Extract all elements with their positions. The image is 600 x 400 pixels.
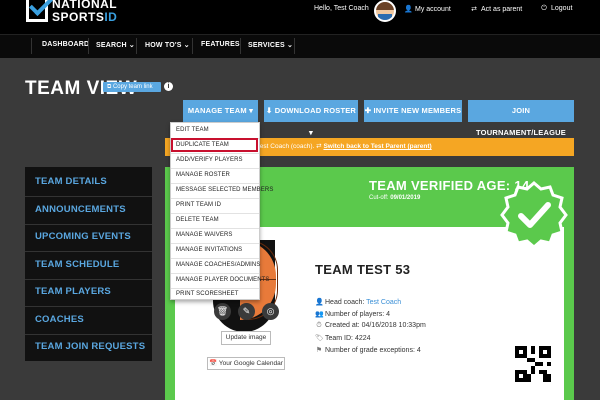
menu-divider [171, 183, 259, 184]
manage-team-button[interactable]: MANAGE TEAM ▾ [183, 100, 258, 122]
chevron-down-icon: ⌄ [128, 42, 135, 49]
greeting: Hello, Test Coach [314, 5, 369, 12]
menu-divider [171, 273, 259, 274]
chevron-down-icon: ▾ [309, 128, 313, 137]
grade-exceptions: ⚑ Number of grade exceptions: 4 [315, 347, 421, 354]
chevron-down-icon: ▾ [249, 106, 254, 115]
chevron-down-icon: ⌄ [287, 42, 294, 49]
menu-item-manage-roster[interactable]: MANAGE ROSTER [176, 172, 230, 178]
banner-text: test Coach (coach). ⇄ Switch back to Tes… [258, 143, 432, 150]
menu-item-manage-coaches[interactable]: MANAGE COACHES/ADMINS [176, 262, 260, 268]
info-icon[interactable]: i [164, 82, 173, 91]
player-count: 👥Number of players: 4 [315, 311, 390, 318]
nav-divider [192, 38, 193, 54]
cutoff-date: Cut-off: 09/01/2019 [369, 195, 421, 201]
sidebar-item-team-schedule[interactable]: TEAM SCHEDULE [35, 259, 119, 270]
instagram-icon: ◎ [266, 306, 275, 316]
instagram-button[interactable]: ◎ [262, 303, 279, 320]
sidebar-divider [25, 224, 152, 225]
menu-divider [171, 168, 259, 169]
users-icon: 👥 [315, 311, 324, 318]
menu-divider [171, 228, 259, 229]
menu-divider [171, 213, 259, 214]
sidebar-divider [25, 334, 152, 335]
logo-text-bottom: SPORTSID [52, 10, 118, 24]
sidebar-divider [25, 251, 152, 252]
calendar-icon: 📅 [209, 360, 219, 367]
google-calendar-button[interactable]: 📅 Your Google Calendar [207, 357, 285, 370]
qr-code-icon [515, 346, 551, 382]
edit-image-button[interactable]: ✎ [238, 303, 255, 320]
avatar-shirt [378, 14, 392, 20]
download-icon: ⬇ [265, 106, 275, 115]
nav-how-tos[interactable]: HOW TO'S ⌄ [145, 41, 190, 49]
trash-icon: 🗑 [216, 306, 229, 316]
avatar-hair [376, 2, 394, 10]
exception-icon: ⚑ [315, 347, 323, 354]
sidebar-item-team-players[interactable]: TEAM PLAYERS [35, 286, 111, 297]
menu-divider [171, 288, 259, 289]
nav-dashboard[interactable]: DASHBOARD [42, 41, 89, 48]
user-icon: 👤 [404, 6, 413, 13]
pencil-icon: ✎ [242, 306, 251, 316]
tag-icon: 🏷 [315, 335, 324, 342]
head-coach: 👤Head coach: Test Coach [315, 299, 402, 306]
sidebar-divider [25, 306, 152, 307]
nav-divider [136, 38, 137, 54]
logout-icon: ⏻ [541, 5, 547, 12]
team-name: TEAM TEST 53 [315, 262, 411, 277]
menu-item-print-team-id[interactable]: PRINT TEAM ID [176, 202, 221, 208]
avatar[interactable] [374, 0, 396, 22]
logout-link[interactable]: ⏻ Logout [540, 5, 572, 13]
invite-members-button[interactable]: ✚ INVITE NEW MEMBERS [364, 100, 462, 122]
nav-features[interactable]: FEATURES [201, 41, 240, 48]
nav-search[interactable]: SEARCH ⌄ [96, 41, 135, 49]
sidebar-item-announcements[interactable]: ANNOUNCEMENTS [35, 204, 126, 215]
user-icon: 👤 [315, 299, 324, 306]
menu-item-add-verify-players[interactable]: ADD/VERIFY PLAYERS [176, 157, 243, 163]
menu-item-manage-player-documents[interactable]: MANAGE PLAYER DOCUMENTS [176, 277, 270, 283]
menu-divider [171, 198, 259, 199]
menu-divider [171, 243, 259, 244]
sidebar-divider [25, 196, 152, 197]
menu-divider [171, 258, 259, 259]
swap-icon: ⇄ [471, 6, 477, 13]
main-nav [0, 34, 600, 58]
download-roster-button[interactable]: ⬇ DOWNLOAD ROSTER ▾ [264, 100, 358, 137]
brand-logo[interactable]: NATIONAL SPORTSID [22, 0, 122, 30]
team-id: 🏷Team ID: 4224 [315, 335, 371, 342]
created-at: ⏱ Created at: 04/16/2018 10:33pm [316, 322, 426, 329]
nav-divider [88, 38, 89, 54]
sidebar-divider [25, 279, 152, 280]
menu-item-message-members[interactable]: MESSAGE SELECTED MEMBERS [176, 187, 273, 193]
delete-image-button[interactable]: 🗑 [214, 303, 231, 320]
nav-divider [240, 38, 241, 54]
nav-services[interactable]: SERVICES ⌄ [248, 41, 293, 49]
verified-badge-icon [500, 181, 568, 249]
switch-back-link[interactable]: Switch back to Test Parent (parent) [323, 143, 431, 150]
menu-item-delete-team[interactable]: DELETE TEAM [176, 217, 219, 223]
chevron-down-icon: ⌄ [183, 42, 190, 49]
clock-icon: ⏱ [316, 322, 322, 329]
menu-item-print-scoresheet[interactable]: PRINT SCORESHEET [176, 291, 239, 297]
duplicate-team-highlight [171, 138, 258, 152]
sidebar-item-upcoming-events[interactable]: UPCOMING EVENTS [35, 231, 131, 242]
menu-item-manage-waivers[interactable]: MANAGE WAIVERS [176, 232, 233, 238]
menu-divider [171, 153, 259, 154]
nav-divider [294, 38, 295, 54]
copy-team-link-button[interactable]: ⧉ Copy team link [103, 82, 161, 92]
menu-item-edit-team[interactable]: EDIT TEAM [176, 127, 209, 133]
nav-divider [31, 38, 32, 54]
update-image-button[interactable]: Update image [221, 331, 271, 345]
my-account-link[interactable]: 👤 My account [404, 5, 451, 13]
sidebar-item-team-join-requests[interactable]: TEAM JOIN REQUESTS [35, 341, 145, 352]
plus-icon: ✚ [364, 106, 374, 115]
join-tournament-button[interactable]: JOIN TOURNAMENT/LEAGUE [468, 100, 574, 137]
act-as-parent-link[interactable]: ⇄ Act as parent [470, 5, 522, 13]
head-coach-link[interactable]: Test Coach [366, 299, 401, 306]
sidebar-item-team-details[interactable]: TEAM DETAILS [35, 176, 107, 187]
sidebar-item-coaches[interactable]: COACHES [35, 314, 84, 325]
menu-item-manage-invitations[interactable]: MANAGE INVITATIONS [176, 247, 242, 253]
